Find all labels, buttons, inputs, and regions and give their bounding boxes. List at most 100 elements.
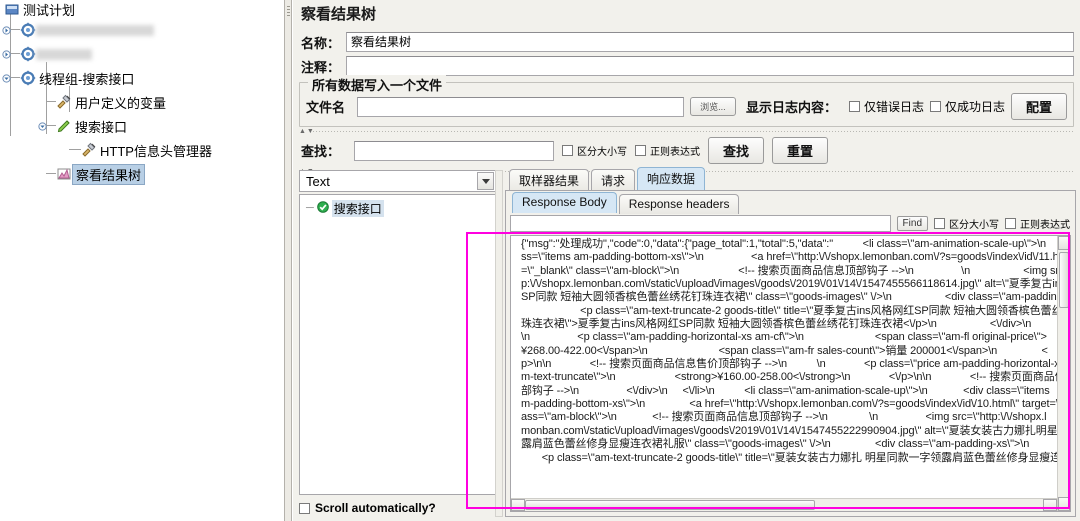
checkbox-label: 仅成功日志	[944, 100, 1005, 114]
checkbox-box[interactable]	[299, 502, 310, 514]
results-area: Text ─ 搜索接口 Scroll automatically? 取样器结果 …	[293, 166, 1080, 521]
name-input[interactable]: 察看结果树	[346, 32, 1074, 52]
tree-item-label-redacted	[36, 48, 92, 60]
thread-group-icon	[20, 46, 36, 62]
tab-response-data[interactable]: 响应数据	[637, 167, 706, 191]
tree-toggle-icon[interactable]: ─	[306, 202, 314, 214]
tree-item-user-defined-variables[interactable]: 用户定义的变量	[56, 90, 166, 114]
group-legend: 所有数据写入一个文件	[308, 75, 447, 94]
scroll-up-arrow-icon[interactable]	[1058, 236, 1070, 250]
checkbox-label: Scroll automatically?	[315, 501, 436, 515]
search-regex-checkbox[interactable]: 正则表达式	[635, 143, 700, 158]
chevron-down-icon	[38, 121, 47, 131]
find-button[interactable]: Find	[896, 216, 928, 231]
scroll-left-arrow-icon[interactable]	[511, 499, 525, 511]
checkbox-box[interactable]	[1005, 218, 1016, 229]
tree-item-sampler-search-api[interactable]: 搜索接口	[56, 114, 127, 138]
browse-button[interactable]: 浏览...	[689, 97, 736, 116]
chevron-down-icon	[2, 73, 11, 83]
search-splitter[interactable]: ▲▼	[299, 128, 1074, 135]
sampler-icon	[56, 118, 72, 134]
search-reset-button[interactable]: 重置	[772, 137, 829, 164]
render-selector[interactable]: Text	[299, 170, 497, 192]
checkbox-box[interactable]	[562, 145, 574, 156]
checkbox-label: 区分大小写	[949, 220, 999, 231]
find-bar: Find 区分大小写 正则表达式	[506, 212, 1075, 235]
scroll-right-arrow-icon[interactable]	[1043, 499, 1057, 511]
find-case-sensitive-checkbox[interactable]: 区分大小写	[934, 216, 999, 231]
result-tabs[interactable]: 取样器结果 请求 响应数据	[505, 167, 1076, 192]
results-left-pane: Text ─ 搜索接口 Scroll automatically?	[299, 170, 497, 517]
configure-button[interactable]: 配置	[1010, 93, 1067, 120]
checkbox-box[interactable]	[635, 145, 647, 156]
filename-input[interactable]	[357, 96, 684, 117]
filename-label: 文件名	[306, 100, 346, 115]
view-results-tree-panel: 察看结果树 名称： 察看结果树 注释： 所有数据写入一个文件 文件名 浏览...…	[293, 0, 1080, 521]
response-body-text: {"msg":"处理成功","code":0,"data":{"page_tot…	[521, 238, 1071, 464]
tree-item-thread-group[interactable]: 线程组-搜索接口	[20, 66, 134, 90]
tab-sampler-result[interactable]: 取样器结果	[509, 169, 590, 192]
find-regex-checkbox[interactable]: 正则表达式	[1005, 216, 1070, 231]
search-input[interactable]	[354, 140, 555, 161]
scrollbar-thumb[interactable]	[1059, 252, 1069, 308]
checkbox-box[interactable]	[929, 101, 941, 112]
checkbox-box[interactable]	[848, 101, 860, 112]
comment-input[interactable]	[346, 56, 1074, 76]
tree-item-http-header-manager[interactable]: HTTP信息头管理器	[81, 138, 212, 162]
checkbox-label: 正则表达式	[1020, 220, 1070, 231]
tab-response-body[interactable]: Response Body	[512, 192, 617, 213]
write-all-data-to-file-group: 所有数据写入一个文件 文件名 浏览... 显示日志内容： 仅错误日志 仅成功日志…	[299, 75, 1074, 127]
name-label: 名称：	[301, 35, 341, 51]
test-plan-icon	[4, 1, 20, 17]
response-body-viewer[interactable]: {"msg":"处理成功","code":0,"data":{"page_tot…	[510, 235, 1071, 512]
results-sampler-tree[interactable]: ─ 搜索接口	[299, 194, 497, 495]
scroll-automatically-checkbox[interactable]: Scroll automatically?	[299, 499, 436, 517]
jmeter-window: 测试计划 线程组-搜索接口 用户定义的变量 搜索接口 HTTP信息头管理器 察看…	[0, 0, 1080, 521]
response-data-panel: Response Body Response headers Find 区分大小…	[505, 190, 1076, 517]
log-display-label: 显示日志内容：	[745, 100, 837, 115]
config-element-icon	[56, 94, 72, 110]
search-button[interactable]: 查找	[708, 137, 765, 164]
results-tree-row[interactable]: ─ 搜索接口	[300, 199, 496, 217]
search-case-sensitive-checkbox[interactable]: 区分大小写	[562, 143, 627, 158]
checkbox-label: 正则表达式	[650, 147, 701, 158]
tree-item-test-plan[interactable]: 测试计划	[4, 0, 75, 18]
tab-response-headers[interactable]: Response headers	[618, 194, 740, 214]
response-subtabs[interactable]: Response Body Response headers	[506, 191, 1075, 214]
tab-request[interactable]: 请求	[591, 169, 636, 192]
chevron-right-icon	[2, 49, 11, 59]
page-title: 察看结果树	[293, 0, 1080, 30]
test-plan-tree[interactable]: 测试计划 线程组-搜索接口 用户定义的变量 搜索接口 HTTP信息头管理器 察看…	[0, 0, 284, 521]
chevron-down-icon[interactable]	[477, 172, 494, 190]
checkbox-box[interactable]	[934, 218, 945, 229]
tree-toggle-2[interactable]	[2, 66, 14, 90]
scroll-down-arrow-icon[interactable]	[1058, 497, 1070, 511]
tree-toggle-1[interactable]	[2, 42, 14, 66]
tree-item-label: 线程组-搜索接口	[39, 71, 135, 87]
tree-item-redacted-2[interactable]	[20, 42, 92, 66]
success-status-icon	[316, 200, 329, 216]
tree-item-view-results-tree[interactable]: 察看结果树	[56, 162, 146, 186]
panel-splitter[interactable]	[284, 0, 292, 521]
tree-item-label: 搜索接口	[75, 119, 128, 135]
tree-toggle-3[interactable]	[38, 114, 50, 138]
tree-item-label: HTTP信息头管理器	[100, 143, 212, 159]
response-body-horizontal-scrollbar[interactable]	[511, 498, 1057, 511]
tree-item-label: 用户定义的变量	[75, 95, 167, 111]
pane-scrollbar[interactable]	[495, 170, 503, 517]
tree-toggle-0[interactable]	[2, 18, 14, 42]
render-selector-value: Text	[306, 173, 330, 189]
results-right-pane: 取样器结果 请求 响应数据 Response Body Response hea…	[495, 167, 1076, 517]
search-row: 查找： 区分大小写 正则表达式 查找 重置	[293, 135, 1080, 164]
success-log-only-checkbox[interactable]: 仅成功日志	[929, 98, 1005, 115]
tree-item-redacted-1[interactable]	[20, 18, 154, 42]
error-log-only-checkbox[interactable]: 仅错误日志	[848, 98, 924, 115]
results-tree-item-label: 搜索接口	[331, 199, 384, 217]
scrollbar-thumb[interactable]	[525, 500, 815, 510]
tree-item-label: 察看结果树	[72, 163, 146, 185]
search-label: 查找：	[301, 144, 341, 159]
config-element-icon	[81, 142, 97, 158]
splitter-grip[interactable]	[287, 6, 290, 18]
find-input[interactable]	[510, 215, 891, 232]
response-body-vertical-scrollbar[interactable]	[1057, 236, 1070, 511]
